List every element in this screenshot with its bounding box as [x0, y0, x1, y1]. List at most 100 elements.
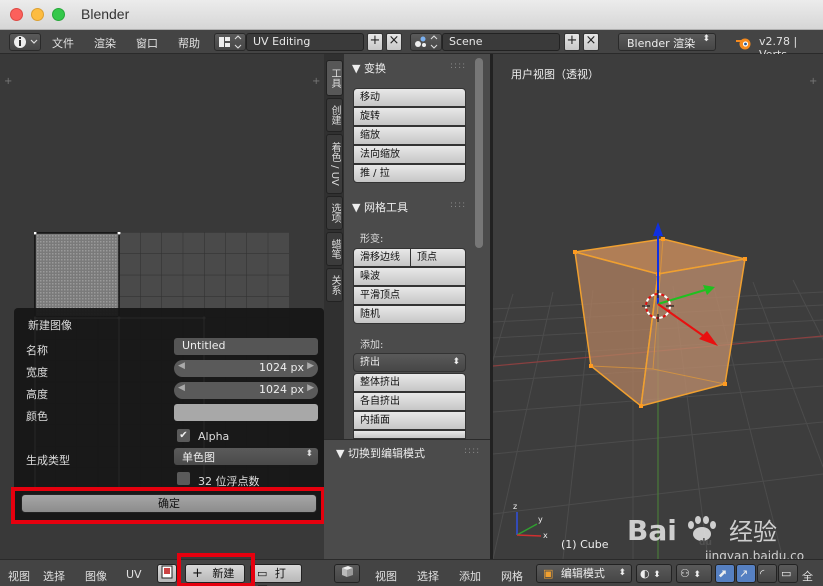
watermark-brand2-text: du [699, 538, 712, 548]
interaction-mode-select[interactable]: ▣ 编辑模式 ⬍ [536, 564, 632, 583]
rotate-button[interactable]: 旋转 [353, 107, 466, 126]
add-layout-button[interactable]: + [367, 33, 383, 51]
drag-handle-icon[interactable]: :::: [450, 61, 466, 71]
baidu-watermark-logo: Bai du 经验 jingyan.baidu.com [627, 514, 805, 563]
noise-button[interactable]: 噪波 [353, 267, 466, 286]
uv-face-selected[interactable] [34, 232, 120, 318]
scene-name[interactable]: Scene [442, 33, 560, 51]
area-split-icon[interactable]: + [4, 76, 12, 87]
increment-arrow-icon[interactable]: ▶ [307, 361, 314, 371]
pivot-point-select[interactable]: ⚇ ⬍ [676, 564, 712, 583]
operator-header[interactable]: ▼ 切换到编辑模式 [336, 445, 425, 461]
transform-header[interactable]: ▼ 变换 [352, 60, 386, 76]
bevel-button-partial[interactable] [353, 430, 466, 439]
view3d-menu-select[interactable]: 选择 [417, 568, 439, 584]
layout-grid-icon [219, 35, 242, 49]
view3d-menu-add[interactable]: 添加 [459, 568, 481, 584]
3d-view-header: 视图 选择 添加 网格 ▣ 编辑模式 ⬍ ◐ ⬍ ⚇ ⬍ ⬈ ↗ ◜ ▭ 全局 [324, 559, 823, 586]
float-buffer-checkbox[interactable] [177, 472, 190, 485]
3d-viewport[interactable]: 用户视图（透视） + z y x (1) Cube [493, 54, 823, 559]
image-browse-button[interactable] [157, 564, 177, 583]
minimize-window-button[interactable] [31, 8, 44, 21]
rotate-manipulator-toggle[interactable]: ◜ [757, 564, 777, 583]
updown-arrow-icon: ⬍ [693, 570, 701, 580]
render-engine-selector[interactable]: Blender 渲染 ⬍ [618, 33, 716, 51]
view3d-menu-view[interactable]: 视图 [375, 568, 397, 584]
svg-text:y: y [538, 515, 543, 524]
menu-window[interactable]: 窗口 [136, 35, 158, 51]
generated-type-select[interactable]: 单色图 ⬍ [174, 448, 318, 465]
uv-menu-uv[interactable]: UV [126, 568, 142, 581]
name-label: 名称 [26, 344, 48, 357]
viewport-shading-select[interactable]: ◐ ⬍ [636, 564, 672, 583]
slide-edge-button[interactable]: 滑移边线 [353, 248, 411, 267]
tab-tools[interactable]: 工具 [326, 60, 343, 96]
uv-menu-image[interactable]: 图像 [85, 568, 107, 584]
tab-relations[interactable]: 关系 [326, 268, 343, 302]
scale-icon: ▭ [781, 567, 792, 580]
edit-mode-icon: ▣ [543, 567, 554, 580]
translate-button[interactable]: 移动 [353, 88, 466, 107]
screen-layout-selector[interactable] [214, 33, 246, 51]
menu-help[interactable]: 帮助 [178, 35, 200, 51]
scale-manipulator-toggle[interactable]: ▭ [778, 564, 798, 583]
view3d-menu-mesh[interactable]: 网格 [501, 568, 523, 584]
menu-render[interactable]: 渲染 [94, 35, 116, 51]
smooth-vertex-button[interactable]: 平滑顶点 [353, 286, 466, 305]
uv-image-editor[interactable]: + + 新建图像 名称 Untitled 宽度 ◀ 1024 px ▶ 高度 ◀… [0, 54, 325, 559]
updown-arrow-icon: ⬍ [305, 449, 313, 459]
info-icon [14, 36, 38, 48]
delete-scene-button[interactable]: × [583, 33, 599, 51]
tab-options[interactable]: 选项 [326, 196, 343, 230]
plus-icon: + [369, 33, 381, 48]
scene-icon [415, 35, 438, 49]
transform-orientation-select[interactable]: 全局 [802, 568, 823, 586]
shrink-fatten-button[interactable]: 法向缩放 [353, 145, 466, 164]
translate-manipulator-toggle[interactable]: ↗ [736, 564, 756, 583]
extrude-dropdown[interactable]: 挤出 ⬍ [353, 353, 466, 372]
uv-menu-view[interactable]: 视图 [8, 568, 30, 584]
pivot-icon: ⚇ [680, 567, 690, 580]
tool-shelf-scrollbar[interactable] [475, 58, 483, 248]
screen-layout-name[interactable]: UV Editing [246, 33, 364, 51]
delete-layout-button[interactable]: × [386, 33, 402, 51]
drag-handle-icon[interactable]: :::: [450, 200, 466, 210]
push-pull-button[interactable]: 推 / 拉 [353, 164, 466, 183]
drag-handle-icon[interactable]: :::: [464, 446, 480, 456]
cube-mesh[interactable] [573, 237, 747, 408]
editor-type-3d-button[interactable] [334, 564, 360, 583]
open-image-button[interactable]: ▭ 打开 [250, 564, 302, 586]
uv-menu-select[interactable]: 选择 [43, 568, 65, 584]
mesh-tools-header[interactable]: ▼ 网格工具 [352, 199, 408, 215]
extrude-individual-button[interactable]: 各自挤出 [353, 392, 466, 411]
image-name-field[interactable]: Untitled [174, 338, 318, 355]
tool-shelf-tabs: 工具 创建 着色 / UV 选项 蜡笔 关系 [324, 54, 344, 439]
slide-vertex-button[interactable]: 顶点 [410, 248, 466, 267]
add-scene-button[interactable]: + [564, 33, 580, 51]
watermark-chinese-text: 经验 [729, 518, 777, 546]
height-field[interactable]: ◀ 1024 px ▶ [174, 382, 318, 399]
scene-selector[interactable] [410, 33, 442, 51]
editor-type-button[interactable] [9, 33, 41, 51]
height-label: 高度 [26, 388, 48, 401]
tab-grease-pencil[interactable]: 蜡笔 [326, 232, 343, 266]
manipulator-toggle[interactable]: ⬈ [715, 564, 735, 583]
color-swatch[interactable] [174, 404, 318, 421]
close-window-button[interactable] [10, 8, 23, 21]
inset-faces-button[interactable]: 内插面 [353, 411, 466, 430]
increment-arrow-icon[interactable]: ▶ [307, 383, 314, 393]
width-field[interactable]: ◀ 1024 px ▶ [174, 360, 318, 377]
tab-create[interactable]: 创建 [326, 98, 343, 132]
decrement-arrow-icon[interactable]: ◀ [178, 361, 185, 371]
alpha-checkbox[interactable]: ✔ [177, 429, 190, 442]
zoom-window-button[interactable] [52, 8, 65, 21]
decrement-arrow-icon[interactable]: ◀ [178, 383, 185, 393]
window-titlebar: Blender [0, 0, 823, 30]
viewport-scene[interactable]: z y x [493, 54, 823, 559]
extrude-region-button[interactable]: 整体挤出 [353, 373, 466, 392]
menu-file[interactable]: 文件 [52, 35, 74, 51]
scale-button[interactable]: 缩放 [353, 126, 466, 145]
area-split-icon[interactable]: + [312, 76, 320, 87]
randomize-button[interactable]: 随机 [353, 305, 466, 324]
tab-shading-uv[interactable]: 着色 / UV [326, 134, 343, 194]
